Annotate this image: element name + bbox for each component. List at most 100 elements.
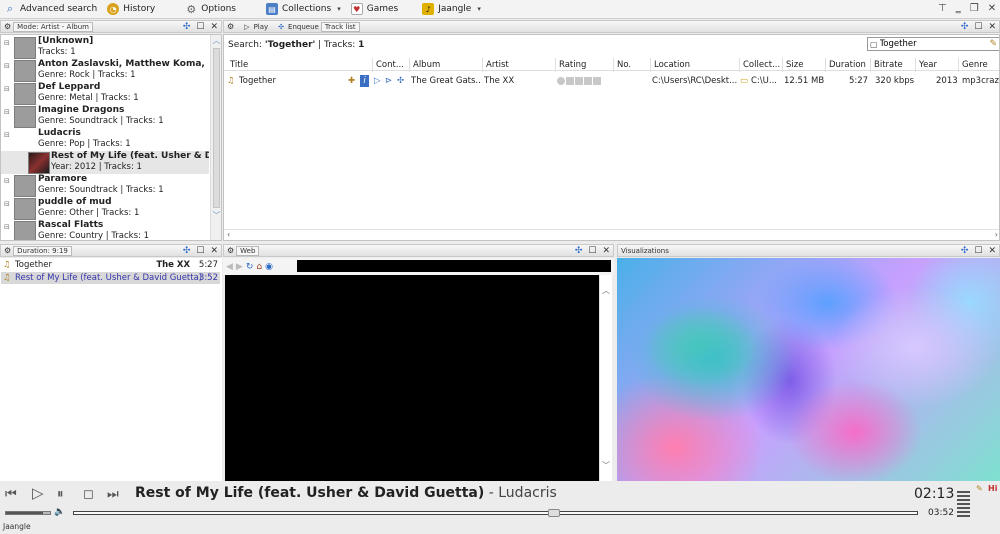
speaker-icon[interactable]: 🔈 <box>54 507 65 517</box>
column-header[interactable]: Artist <box>483 58 556 72</box>
menu-options[interactable]: ⚙ Options <box>181 0 242 19</box>
gear-icon[interactable]: ⚙ <box>227 246 234 255</box>
layout-icon[interactable]: ⊤ <box>938 3 947 14</box>
back-icon[interactable]: ◀ <box>226 262 233 272</box>
gear-icon[interactable]: ⚙ <box>227 22 234 31</box>
column-header[interactable]: Year <box>916 58 959 72</box>
pause-icon[interactable]: ⏸ <box>57 487 64 502</box>
next-icon[interactable]: ⏭ <box>107 487 119 502</box>
seek-handle[interactable] <box>547 509 560 517</box>
close-icon[interactable]: ✕ <box>988 22 996 32</box>
column-header[interactable]: Rating <box>556 58 614 72</box>
expand-icon[interactable]: ⊟ <box>4 223 12 231</box>
enqueue-button[interactable]: ✣ Enqueue <box>278 23 319 31</box>
expand-icon[interactable]: ⊟ <box>4 200 12 208</box>
table-row[interactable]: ♫ Together ✚ i ▷ ⊳ ✣ The Great Gats... T… <box>224 74 999 87</box>
column-header[interactable]: Bitrate <box>871 58 916 72</box>
column-header[interactable]: Size <box>783 58 826 72</box>
close-icon[interactable]: ✕ <box>988 3 996 14</box>
maximize-icon[interactable]: ☐ <box>196 22 204 32</box>
column-header[interactable]: No. <box>614 58 651 72</box>
expand-icon[interactable]: ⊟ <box>4 85 12 93</box>
expand-icon[interactable]: ⊟ <box>4 108 12 116</box>
collapse-icon[interactable]: ⊟ <box>4 131 12 139</box>
menu-advanced-search[interactable]: ⌕ Advanced search <box>0 0 103 19</box>
dock-icon[interactable]: ✣ <box>183 22 191 32</box>
maximize-icon[interactable]: ☐ <box>974 246 982 256</box>
dock-icon[interactable]: ✣ <box>183 246 191 256</box>
tab-web[interactable]: Web <box>236 245 260 256</box>
home-icon[interactable]: ⌂ <box>256 262 262 272</box>
tab-tracklist[interactable]: Track list <box>320 21 360 32</box>
close-icon[interactable]: ✕ <box>988 246 996 256</box>
menu-history[interactable]: ◔ History <box>103 0 161 19</box>
scroll-up-icon[interactable]: ︿ <box>600 285 612 296</box>
close-icon[interactable]: ✕ <box>602 246 610 256</box>
seek-bar[interactable] <box>73 509 918 517</box>
rating-stars[interactable] <box>557 77 601 85</box>
stop-icon[interactable]: ◻ <box>83 487 94 502</box>
hifi-icon[interactable]: Hi <box>988 484 997 493</box>
tab-visualizations[interactable]: Visualizations <box>621 247 669 255</box>
scroll-left-icon[interactable]: ‹ <box>227 230 230 239</box>
previous-icon[interactable]: ⏮ <box>5 487 17 502</box>
maximize-icon[interactable]: ☐ <box>196 246 204 256</box>
enqueue-icon[interactable]: ✣ <box>397 75 404 87</box>
maximize-icon[interactable]: ☐ <box>974 22 982 32</box>
horizontal-scrollbar[interactable]: ‹ › <box>224 229 999 240</box>
tree-item[interactable]: ⊟ [Unknown] Tracks: 1 <box>1 36 209 59</box>
column-header[interactable]: Collect... <box>740 58 783 72</box>
playlist-row[interactable]: ♫ Together The XX 5:27 <box>1 259 220 271</box>
web-scrollbar[interactable]: ︿ ﹀ <box>599 275 612 481</box>
close-icon[interactable]: ✕ <box>210 22 218 32</box>
scroll-up-icon[interactable]: ︿ <box>211 35 221 46</box>
playlist-row-playing[interactable]: ♫ Rest of My Life (feat. Usher & David G… <box>1 272 220 284</box>
tree-item[interactable]: ⊟ Anton Zaslavski, Matthew Koma, Po... G… <box>1 59 209 82</box>
scroll-down-icon[interactable]: ﹀ <box>600 460 612 471</box>
restore-icon[interactable]: ❐ <box>970 3 979 14</box>
info-icon[interactable]: i <box>360 75 369 87</box>
expand-icon[interactable]: ⊟ <box>4 62 12 70</box>
play-icon[interactable]: ▷ <box>32 484 44 502</box>
forward-icon[interactable]: ▶ <box>236 262 243 272</box>
expand-icon[interactable]: ⊟ <box>4 177 12 185</box>
column-header[interactable]: Cont... <box>373 58 410 72</box>
tree-item-selected[interactable]: Rest of My Life (feat. Usher & Da... Yea… <box>1 151 209 174</box>
tree-item[interactable]: ⊟ Imagine Dragons Genre: Soundtrack | Tr… <box>1 105 209 128</box>
expand-icon[interactable]: ⊟ <box>4 39 12 47</box>
tree-item[interactable]: ⊟ Rascal Flatts Genre: Country | Tracks:… <box>1 220 209 240</box>
column-header[interactable]: Album <box>410 58 483 72</box>
tree-item[interactable]: ⊟ Paramore Genre: Soundtrack | Tracks: 1 <box>1 174 209 197</box>
close-icon[interactable]: ✕ <box>210 246 218 256</box>
dock-icon[interactable]: ✣ <box>575 246 583 256</box>
refresh-icon[interactable]: ↻ <box>246 262 254 272</box>
tree-scrollbar[interactable]: ︿ ﹀ <box>210 35 221 240</box>
play-icon[interactable]: ▷ <box>374 75 381 87</box>
web-view[interactable] <box>225 275 599 481</box>
tree-item[interactable]: ⊟ Ludacris Genre: Pop | Tracks: 1 <box>1 128 209 151</box>
lyrics-icon[interactable]: ✎ <box>976 484 983 493</box>
add-icon[interactable]: ✚ <box>348 75 355 87</box>
gear-icon[interactable]: ⚙ <box>4 22 11 31</box>
column-header[interactable]: Title <box>227 58 373 72</box>
column-header[interactable]: Duration <box>826 58 871 72</box>
dock-icon[interactable]: ✣ <box>961 22 969 32</box>
scrollbar-thumb[interactable] <box>213 48 220 208</box>
volume-slider[interactable] <box>5 511 51 515</box>
dock-icon[interactable]: ✣ <box>961 246 969 256</box>
minimize-icon[interactable]: ‗ <box>956 3 961 14</box>
mode-selector[interactable]: Mode: Artist - Album <box>13 21 93 32</box>
scroll-right-icon[interactable]: › <box>995 230 998 239</box>
tree-item[interactable]: ⊟ puddle of mud Genre: Other | Tracks: 1 <box>1 197 209 220</box>
column-header[interactable]: Location <box>651 58 740 72</box>
maximize-icon[interactable]: ☐ <box>588 246 596 256</box>
play-button[interactable]: ▷ Play <box>244 23 268 31</box>
scroll-down-icon[interactable]: ﹀ <box>211 210 221 221</box>
menu-collections[interactable]: ▤ Collections ▾ <box>262 0 347 19</box>
tree-item[interactable]: ⊟ Def Leppard Genre: Metal | Tracks: 1 <box>1 82 209 105</box>
gear-icon[interactable]: ⚙ <box>4 246 11 255</box>
column-header[interactable]: Genre <box>959 58 999 72</box>
menu-jaangle[interactable]: ♪ Jaangle ▾ <box>418 0 487 19</box>
address-bar[interactable] <box>297 260 611 272</box>
play-next-icon[interactable]: ⊳ <box>385 75 392 87</box>
